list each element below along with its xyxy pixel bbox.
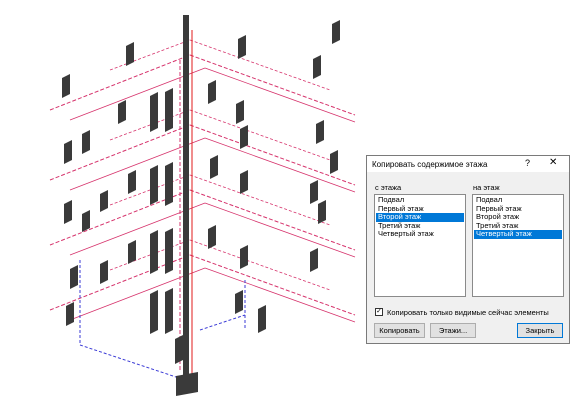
help-icon[interactable]: ? <box>525 158 530 168</box>
radiator-icon <box>150 165 158 205</box>
radiator-icon <box>175 335 183 364</box>
radiator-icon <box>126 42 134 66</box>
radiator-icon <box>316 120 324 144</box>
radiator-icon <box>208 80 216 104</box>
radiator-icon <box>165 288 173 334</box>
to-floor-label: на этаж <box>473 183 500 192</box>
radiator-icon <box>210 155 218 179</box>
radiator-icon <box>318 200 326 224</box>
to-floor-list[interactable]: Подвал Первый этаж Второй этаж Третий этаж Ч… <box>472 194 564 297</box>
supply-pipe <box>204 67 356 123</box>
floors-button[interactable]: Этажи... <box>430 323 476 338</box>
supply-pipe <box>189 109 331 161</box>
radiator-icon <box>330 150 338 174</box>
visible-only-checkbox[interactable]: ✓ <box>375 308 383 316</box>
dialog-title: Копировать содержимое этажа <box>372 160 488 169</box>
radiator-icon <box>118 100 126 124</box>
radiator-icon <box>128 170 136 194</box>
radiator-icon <box>176 372 198 396</box>
radiator-icon <box>82 210 90 232</box>
radiator-icon <box>64 140 72 164</box>
radiator-icon <box>70 265 78 289</box>
radiator-icon <box>66 302 74 326</box>
radiator-icon <box>100 190 108 212</box>
radiator-icon <box>150 230 158 274</box>
close-icon[interactable]: ✕ <box>549 157 557 168</box>
floor-list-item[interactable]: Четвертый этаж <box>376 230 464 239</box>
radiator-icon <box>82 130 90 154</box>
from-floor-list[interactable]: Подвал Первый этаж Второй этаж Третий этаж Ч… <box>374 194 466 297</box>
radiator-icon <box>165 228 173 274</box>
return-pipe <box>79 344 186 381</box>
radiator-icon <box>236 100 244 124</box>
radiator-icon <box>128 240 136 264</box>
return-pipe <box>199 314 246 331</box>
radiator-icon <box>238 35 246 59</box>
radiator-icon <box>310 180 318 204</box>
supply-pipe <box>109 39 191 71</box>
radiator-icon <box>240 245 248 269</box>
radiator-icon <box>64 200 72 224</box>
supply-pipe <box>204 267 356 323</box>
radiator-icon <box>313 55 321 79</box>
supply-pipe <box>189 254 356 316</box>
from-floor-label: с этажа <box>375 183 402 192</box>
floor-list-item[interactable]: Четвертый этаж <box>474 230 562 239</box>
copy-floor-dialog: Копировать содержимое этажа ? ✕ с этажа … <box>366 155 570 344</box>
close-button[interactable]: Закрыть <box>517 323 563 338</box>
radiator-icon <box>332 20 340 44</box>
dialog-titlebar[interactable]: Копировать содержимое этажа ? ✕ <box>367 156 569 172</box>
radiator-icon <box>165 162 173 206</box>
radiator-icon <box>258 305 266 333</box>
radiator-icon <box>235 290 243 314</box>
radiator-icon <box>208 225 216 249</box>
radiator-icon <box>240 170 248 194</box>
radiator-icon <box>150 92 158 132</box>
radiator-icon <box>310 248 318 272</box>
radiator-icon <box>165 88 173 132</box>
radiator-icon <box>150 290 158 334</box>
copy-button[interactable]: Копировать <box>374 323 425 338</box>
radiator-icon <box>100 260 108 284</box>
radiator-icon <box>240 125 248 149</box>
supply-pipe <box>189 174 331 226</box>
radiator-icon <box>62 74 70 98</box>
visible-only-label[interactable]: Копировать только видимые сейчас элемент… <box>387 308 549 317</box>
supply-pipe <box>204 202 356 258</box>
